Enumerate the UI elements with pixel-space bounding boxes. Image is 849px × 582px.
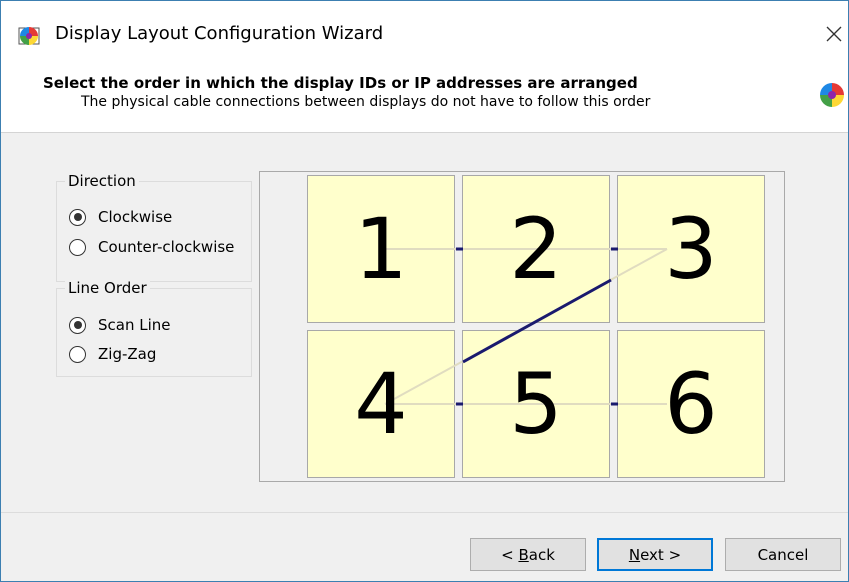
wizard-content: Direction Clockwise Counter-clockwise Li…	[1, 134, 848, 512]
back-mnemonic: B	[518, 545, 529, 564]
display-id-label: 6	[664, 355, 718, 453]
wizard-window: Display Layout Configuration Wizard Sele…	[0, 0, 849, 582]
wizard-footer: < Back Next > Cancel	[1, 512, 848, 581]
direction-label: Direction	[65, 172, 139, 190]
radio-label: Zig-Zag	[98, 345, 157, 363]
back-button[interactable]: < Back	[470, 538, 586, 571]
display-id-label: 1	[354, 200, 408, 298]
radio-circle[interactable]	[69, 345, 86, 363]
display-id-label: 3	[664, 200, 718, 298]
radio-scan-line[interactable]: Scan Line	[69, 316, 171, 334]
display-tile-5[interactable]: 5	[462, 330, 610, 478]
back-prefix: <	[501, 545, 519, 564]
radio-circle[interactable]	[69, 238, 86, 256]
next-button[interactable]: Next >	[597, 538, 713, 571]
close-icon	[826, 26, 842, 42]
radio-counter-clockwise[interactable]: Counter-clockwise	[69, 238, 234, 256]
cancel-button[interactable]: Cancel	[725, 538, 841, 571]
display-id-label: 4	[354, 355, 408, 453]
window-title: Display Layout Configuration Wizard	[55, 23, 384, 44]
color-wheel-icon	[820, 83, 844, 107]
display-tile-2[interactable]: 2	[462, 175, 610, 323]
back-label-rest: ack	[528, 545, 555, 564]
wizard-header: Select the order in which the display ID…	[1, 57, 848, 133]
next-mnemonic: N	[628, 545, 641, 564]
title-bar: Display Layout Configuration Wizard	[1, 1, 848, 57]
display-tile-4[interactable]: 4	[307, 330, 455, 478]
display-tile-1[interactable]: 1	[307, 175, 455, 323]
radio-clockwise[interactable]: Clockwise	[69, 208, 172, 226]
app-color-wheel-icon	[18, 27, 40, 45]
radio-label: Counter-clockwise	[98, 238, 235, 256]
page-subtitle: The physical cable connections between d…	[81, 94, 651, 110]
direction-group: Direction Clockwise Counter-clockwise	[56, 172, 252, 282]
line-order-group: Line Order Scan Line Zig-Zag	[56, 279, 252, 377]
layout-preview: 1 2 3 4 5 6	[259, 171, 785, 482]
line-order-label: Line Order	[65, 279, 150, 297]
close-button[interactable]	[819, 19, 848, 49]
display-tile-3[interactable]: 3	[617, 175, 765, 323]
radio-label: Scan Line	[98, 316, 171, 334]
display-id-label: 5	[509, 355, 563, 453]
radio-label: Clockwise	[98, 208, 173, 226]
display-tile-6[interactable]: 6	[617, 330, 765, 478]
next-label-rest: ext >	[640, 545, 682, 564]
display-id-label: 2	[509, 200, 563, 298]
radio-circle[interactable]	[69, 208, 86, 226]
radio-zig-zag[interactable]: Zig-Zag	[69, 345, 156, 363]
radio-circle[interactable]	[69, 316, 86, 334]
page-title: Select the order in which the display ID…	[43, 74, 638, 92]
